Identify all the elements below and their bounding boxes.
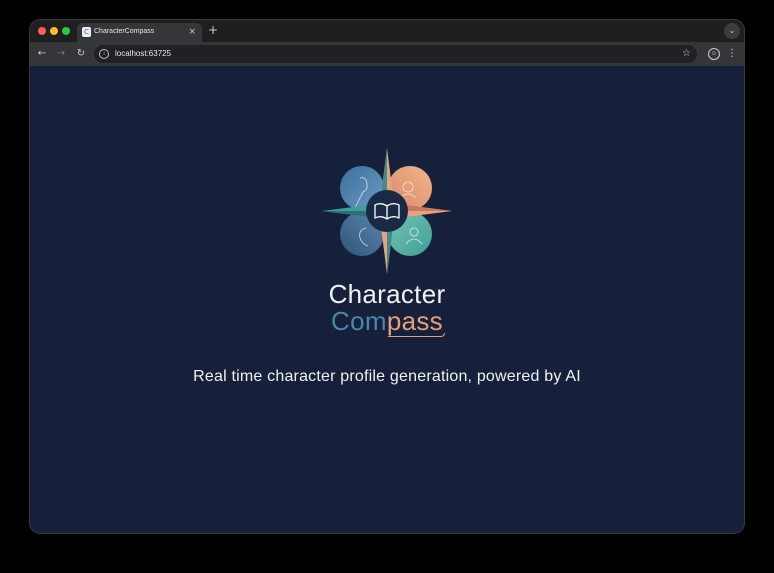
back-arrow-icon[interactable]: ← [35,47,49,61]
url-text[interactable]: localhost:63725 [115,49,171,59]
forward-arrow-icon[interactable]: → [54,47,68,61]
browser-toolbar: ← → ↻ i localhost:63725 ☆ ☺ ⋮ [30,42,744,66]
tagline: Real time character profile generation, … [193,368,581,385]
brand-underline-swoosh [388,333,445,337]
brand-name-line2: Compass [30,306,744,336]
address-bar[interactable]: i localhost:63725 ☆ [94,45,697,63]
bookmark-star-icon[interactable]: ☆ [682,47,691,61]
close-window-button[interactable] [38,27,46,35]
compass-book-logo [322,148,452,274]
site-info-icon[interactable]: i [99,49,109,59]
tab-title: CharacterCompass [94,28,155,35]
minimize-window-button[interactable] [50,27,58,35]
tab-strip: C CharacterCompass × + ⌄ [30,20,744,42]
tab-close-icon[interactable]: × [188,26,196,38]
new-tab-button[interactable]: + [208,23,218,37]
favicon-icon: C [82,27,91,37]
maximize-window-button[interactable] [62,27,70,35]
browser-menu-icon[interactable]: ⋮ [727,47,737,61]
tab-charactercompass[interactable]: C CharacterCompass × [77,23,202,42]
reload-icon[interactable]: ↻ [74,47,88,61]
brand-name-com: Com [331,306,387,336]
page-content: Character Compass Real time character pr… [30,66,744,533]
browser-window: C CharacterCompass × + ⌄ ← → ↻ i localho… [30,20,744,533]
brand-name-line1: Character [328,279,446,309]
brand-name-pass: pass [386,306,443,336]
tab-search-button[interactable]: ⌄ [724,23,740,39]
profile-icon[interactable]: ☺ [708,48,720,60]
